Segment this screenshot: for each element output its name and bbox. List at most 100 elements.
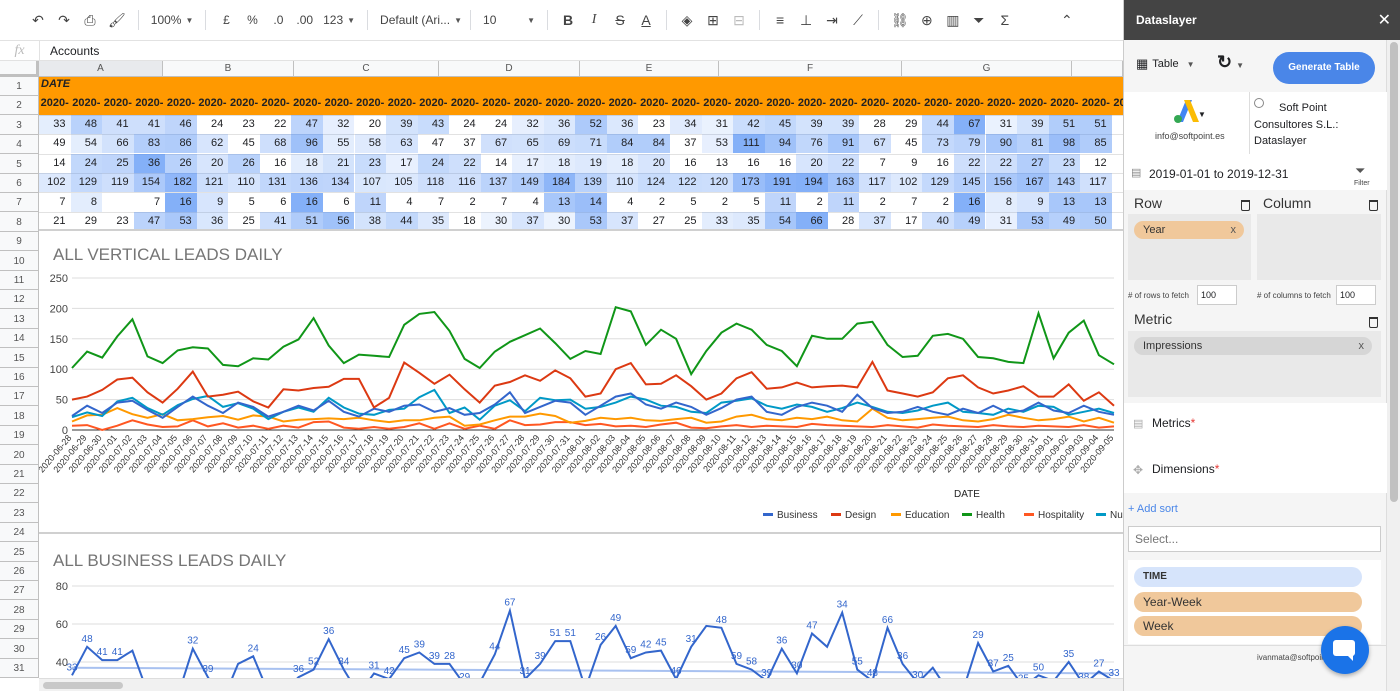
trash-icon[interactable] [1369, 200, 1378, 211]
data-cell[interactable]: 65 [512, 134, 544, 154]
data-cell[interactable]: 24 [70, 153, 103, 173]
data-cell[interactable]: 18 [606, 153, 639, 173]
data-cell[interactable]: 45 [764, 115, 797, 134]
year-cell[interactable]: 2020- [1080, 97, 1112, 109]
data-cell[interactable]: 13 [543, 192, 576, 212]
data-cell[interactable]: 44 [922, 115, 954, 134]
data-cell[interactable]: 94 [764, 134, 797, 154]
text-rotate-icon[interactable]: ⟋ [846, 6, 870, 34]
row-header-30[interactable]: 30 [0, 640, 38, 659]
data-cell[interactable]: 4 [607, 193, 639, 212]
row-header-13[interactable]: 13 [0, 310, 38, 329]
data-cell[interactable]: 22 [449, 153, 481, 173]
data-cell[interactable]: 7 [891, 193, 923, 212]
rows-fetch-input[interactable]: 100 [1197, 285, 1237, 305]
data-cell[interactable]: 16 [670, 154, 702, 173]
data-cell[interactable]: 26 [228, 153, 260, 173]
data-cell[interactable]: 4 [512, 193, 544, 212]
font-size-select[interactable]: 10 ▼ [479, 6, 539, 34]
data-cell[interactable]: 58 [354, 134, 386, 154]
data-cell[interactable]: 46 [165, 115, 197, 134]
data-cell[interactable]: 16 [165, 192, 197, 212]
data-cell[interactable]: 149 [512, 173, 544, 193]
data-cell[interactable]: 52 [575, 115, 607, 134]
year-cell[interactable]: 2020- [418, 97, 450, 109]
year-cell[interactable]: 2020- [575, 97, 607, 109]
data-cell[interactable]: 9 [1017, 192, 1049, 212]
year-cell[interactable]: 2020- [449, 97, 481, 109]
data-cell[interactable]: 8 [985, 192, 1017, 212]
data-cell[interactable]: 14 [481, 154, 513, 173]
row-header-19[interactable]: 19 [0, 426, 38, 446]
formula-input[interactable]: Accounts [40, 44, 99, 58]
data-cell[interactable]: 26 [165, 153, 197, 173]
data-cell[interactable]: 36 [606, 115, 639, 134]
data-cell[interactable]: 7 [859, 154, 891, 173]
borders-icon[interactable]: ⊞ [701, 6, 725, 34]
data-cell[interactable]: 16 [260, 154, 292, 173]
funnel-icon[interactable]: ⏷ [1355, 163, 1365, 179]
data-cell[interactable]: 2 [449, 193, 481, 212]
trash-icon[interactable] [1369, 317, 1378, 328]
trash-icon[interactable] [1241, 200, 1250, 211]
redo-icon[interactable]: ↷ [52, 6, 76, 34]
data-cell[interactable]: 21 [322, 153, 355, 173]
row-header-23[interactable]: 23 [0, 504, 38, 523]
currency-button[interactable]: £ [214, 6, 238, 34]
refresh-icon[interactable]: ↻ ▼ [1217, 52, 1244, 73]
functions-icon[interactable]: Σ [993, 6, 1017, 34]
data-cell[interactable]: 12 [1080, 154, 1112, 173]
row-header-10[interactable]: 10 [0, 252, 38, 271]
font-select[interactable]: Default (Ari... ▼ [376, 6, 462, 34]
number-format-select[interactable]: 123 ▼ [319, 6, 359, 34]
row-header-12[interactable]: 12 [0, 290, 38, 310]
data-cell[interactable]: 2 [922, 193, 954, 212]
data-cell[interactable]: 51 [1048, 115, 1081, 134]
chart-business-leads[interactable]: ALL BUSINESS LEADS DAILY 806040334841414… [39, 532, 1123, 678]
year-cell[interactable]: 2020- [733, 97, 765, 109]
data-cell[interactable]: 129 [70, 173, 103, 193]
generate-table-button[interactable]: Generate Table [1273, 52, 1375, 84]
row-header-16[interactable]: 16 [0, 368, 38, 387]
data-cell[interactable]: 76 [796, 134, 828, 154]
sheet-grid[interactable]: DATE 2020- 2020- 2020- 2020- 2020- 2020- 2020-… [39, 77, 1123, 678]
year-cell[interactable]: 2020- [481, 97, 513, 109]
data-cell[interactable]: 69 [543, 134, 576, 154]
data-cell[interactable]: 53 [701, 134, 734, 154]
data-cell[interactable]: 39 [827, 115, 860, 134]
data-cell[interactable]: 137 [480, 173, 513, 193]
data-cell[interactable]: 23 [1048, 153, 1081, 173]
row-header-18[interactable]: 18 [0, 407, 38, 426]
row-header-14[interactable]: 14 [0, 329, 38, 349]
column-header-a[interactable]: A [39, 61, 163, 76]
data-cell[interactable]: 62 [196, 134, 229, 154]
text-wrap-icon[interactable]: ⇥ [820, 6, 844, 34]
data-cell[interactable]: 2 [638, 193, 670, 212]
data-cell[interactable]: 45 [891, 134, 923, 153]
column-header-d[interactable]: D [439, 61, 580, 76]
collapse-chevron-up-icon[interactable]: ⌃ [1055, 6, 1079, 34]
scroll-thumb[interactable] [43, 682, 123, 689]
data-cell[interactable]: 24 [449, 115, 481, 134]
metric-chip[interactable]: Impressions x [1134, 337, 1372, 355]
list-item-time[interactable]: TIME [1134, 567, 1362, 587]
year-cell[interactable]: 2020- [544, 97, 576, 109]
data-cell[interactable]: 4 [386, 193, 418, 212]
data-cell[interactable]: 16 [765, 154, 797, 173]
data-cell[interactable]: 121 [196, 173, 229, 193]
year-cell[interactable]: 2020- [165, 97, 197, 109]
row-header-15[interactable]: 15 [0, 349, 38, 368]
data-cell[interactable]: 63 [386, 134, 418, 154]
data-cell[interactable]: 28 [859, 115, 891, 134]
column-header-next[interactable] [1072, 61, 1123, 76]
data-cell[interactable]: 134 [322, 173, 355, 193]
data-cell[interactable]: 18 [543, 153, 576, 173]
data-cell[interactable]: 6 [323, 193, 355, 212]
align-vertical-icon[interactable]: ⊥ [794, 6, 818, 34]
data-cell[interactable]: 85 [1080, 134, 1112, 154]
data-cell[interactable]: 182 [165, 173, 197, 193]
year-cell[interactable]: 2020- [102, 97, 134, 109]
data-cell[interactable]: 105 [386, 173, 418, 193]
year-cell[interactable]: 2020- [670, 97, 702, 109]
row-dimension-chip[interactable]: Year x [1134, 221, 1244, 239]
